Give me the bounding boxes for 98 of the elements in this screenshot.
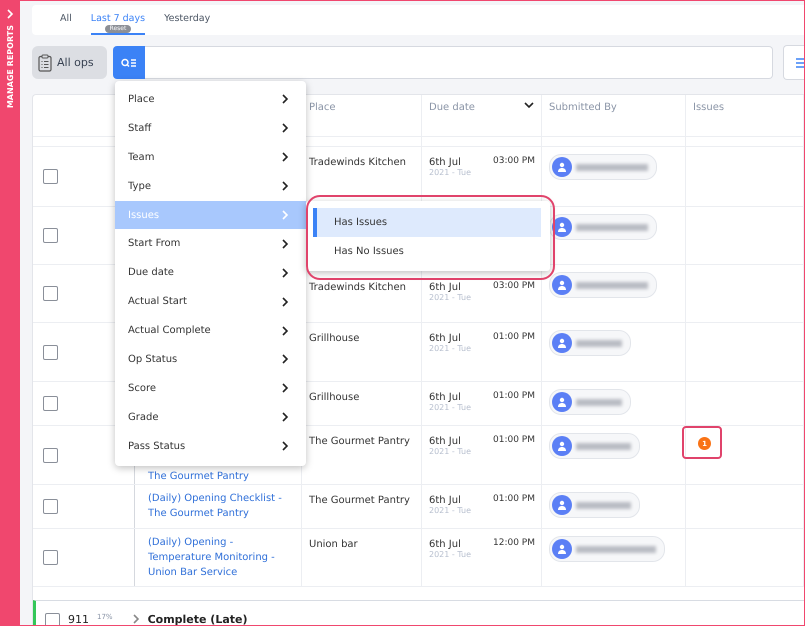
group-title: Complete (Late): [148, 613, 248, 625]
due-time: 03:00 PM: [493, 281, 535, 291]
chevron-right-icon: [282, 354, 289, 364]
chevron-right-icon: [282, 181, 289, 192]
avatar-icon: [552, 392, 572, 412]
due-date: 6th Jul: [429, 539, 461, 550]
list-icon: [796, 56, 804, 68]
chevron-right-icon: [282, 296, 289, 307]
place-text: Union bar: [309, 539, 359, 550]
filter-search-button[interactable]: [113, 46, 145, 79]
due-year: 2021 - Tue: [429, 447, 471, 456]
blurred-name: [576, 442, 631, 450]
chevron-right-icon: [132, 614, 140, 624]
search-filter-icon: [121, 58, 138, 68]
due-year: 2021 - Tue: [429, 506, 471, 515]
all-ops-button[interactable]: All ops: [32, 46, 108, 79]
row-checkbox[interactable]: [43, 550, 58, 565]
group-count: 911: [68, 613, 89, 625]
avatar-icon: [552, 157, 572, 177]
place-text: Tradewinds Kitchen: [309, 157, 407, 168]
row-checkbox[interactable]: [43, 169, 58, 184]
chevron-right-icon: [282, 412, 289, 422]
due-year: 2021 - Tue: [429, 168, 471, 177]
blurred-name: [576, 502, 631, 508]
due-date: 6th Jul: [429, 495, 461, 506]
due-time: 12:00 PM: [493, 538, 535, 548]
filter-menu-item[interactable]: Due date: [115, 258, 306, 288]
due-year: 2021 - Tue: [429, 293, 471, 302]
row-checkbox[interactable]: [43, 499, 58, 514]
chevron-right-icon: [282, 152, 289, 162]
avatar-icon: [552, 436, 572, 456]
blurred-name: [576, 164, 648, 170]
blurred-name: [576, 340, 622, 346]
due-time: 01:00 PM: [493, 435, 535, 445]
due-time: 01:00 PM: [493, 332, 535, 342]
chevron-right-icon: [282, 268, 289, 278]
due-date: 6th Jul: [429, 436, 461, 447]
row-checkbox[interactable]: [43, 448, 58, 462]
filter-menu-item[interactable]: Pass Status: [115, 432, 306, 461]
filter-menu-item[interactable]: Actual Start: [115, 287, 306, 316]
row-checkbox[interactable]: [43, 286, 58, 301]
blurred-name: [576, 398, 622, 406]
submenu-item[interactable]: Has No Issues: [313, 237, 541, 266]
due-date: 6th Jul: [429, 282, 461, 293]
due-year: 2021 - Tue: [429, 550, 471, 559]
place-text: Grillhouse: [309, 333, 360, 344]
avatar-icon: [552, 217, 572, 237]
avatar-icon: [552, 495, 572, 515]
clipboard-icon: [38, 54, 52, 72]
due-date: 6th Jul: [429, 157, 461, 168]
place-text: Tradewinds Kitchen: [309, 282, 407, 293]
due-year: 2021 - Tue: [429, 403, 471, 412]
sidebar-label: MANAGE REPORTS: [6, 25, 14, 108]
op-name-link[interactable]: (Daily) Opening - Temperature Monitoring - Union Bar Service: [148, 535, 294, 580]
chevron-right-icon: [282, 210, 289, 220]
avatar-icon: [552, 333, 572, 353]
group-checkbox[interactable]: [45, 613, 60, 625]
avatar-icon: [552, 275, 572, 295]
chevron-down-icon[interactable]: [524, 102, 534, 109]
filter-menu-item[interactable]: Score: [115, 374, 306, 403]
filter-menu-item[interactable]: Op Status: [115, 345, 306, 374]
chevron-right-icon: [282, 383, 289, 394]
list-view-button[interactable]: [783, 45, 804, 80]
due-time: 01:00 PM: [493, 494, 535, 504]
submenu-item[interactable]: Has Issues: [313, 208, 541, 237]
due-date: 6th Jul: [429, 333, 461, 344]
blurred-name: [576, 282, 648, 288]
filter-menu-item[interactable]: Grade: [115, 402, 306, 432]
due-time: 03:00 PM: [493, 156, 535, 166]
place-text: Grillhouse: [309, 392, 360, 403]
chevron-right-icon: [282, 441, 289, 452]
search-field[interactable]: [144, 46, 774, 79]
chevron-right-icon[interactable]: [6, 9, 14, 19]
filter-menu-item[interactable]: Team: [115, 142, 306, 172]
place-text: The Gourmet Pantry: [309, 495, 411, 506]
chevron-right-icon: [282, 238, 289, 249]
op-name-link[interactable]: The Gourmet Pantry: [148, 469, 294, 484]
op-name-link[interactable]: (Daily) Opening Checklist - The Gourmet Pantry: [148, 491, 294, 521]
highlight-frame: [682, 426, 722, 459]
chevron-right-icon: [282, 123, 289, 134]
filter-menu-item[interactable]: Type: [115, 172, 306, 201]
place-text: The Gourmet Pantry: [309, 436, 411, 447]
filter-menu-item[interactable]: Place: [115, 85, 306, 114]
tab[interactable]: All: [60, 5, 72, 35]
avatar-icon: [552, 539, 572, 559]
filter-menu-item[interactable]: Start From: [115, 229, 306, 258]
filter-menu-item[interactable]: Staff: [115, 114, 306, 143]
row-checkbox[interactable]: [43, 396, 58, 411]
row-checkbox[interactable]: [43, 344, 58, 360]
blurred-name: [576, 224, 648, 230]
chevron-right-icon: [282, 326, 289, 336]
tab[interactable]: Yesterday: [164, 5, 210, 35]
chevron-right-icon: [282, 94, 289, 104]
due-time: 01:00 PM: [493, 391, 535, 401]
filter-menu-item[interactable]: Actual Complete: [115, 316, 306, 346]
due-date: 6th Jul: [429, 392, 461, 403]
due-year: 2021 - Tue: [429, 344, 471, 353]
row-checkbox[interactable]: [43, 228, 58, 243]
